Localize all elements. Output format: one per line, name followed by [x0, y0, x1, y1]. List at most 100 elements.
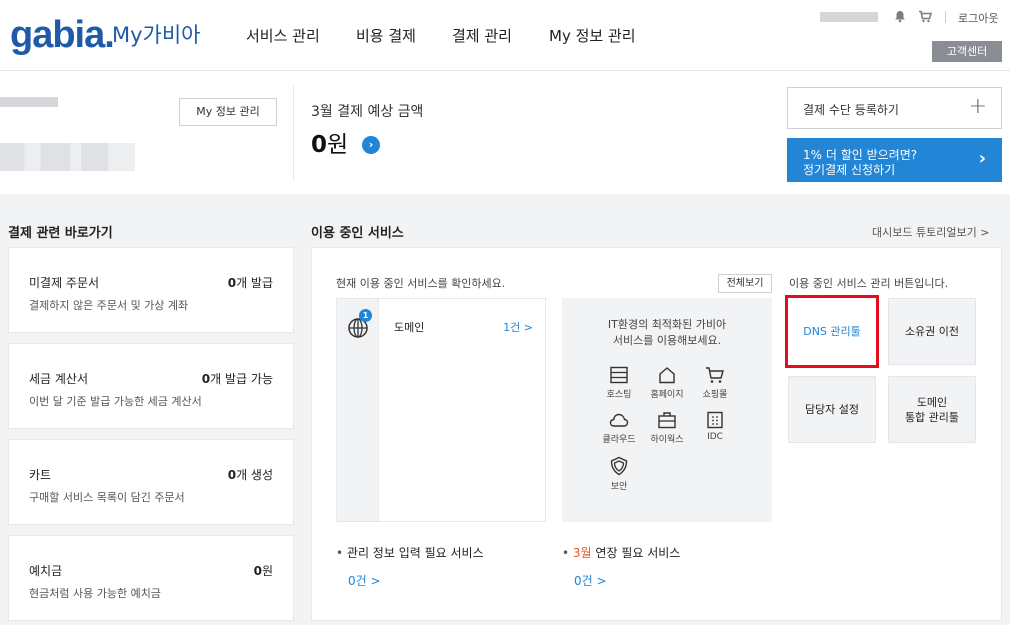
cart-icon — [706, 367, 724, 383]
renewal-needed-services-label: • 3월 연장 필요 서비스 — [562, 544, 680, 561]
card-desc: 구매할 서비스 목록이 담긴 주문서 — [29, 491, 185, 504]
profile-detail-redacted — [0, 143, 135, 171]
chevron-right-icon[interactable]: › — [362, 136, 380, 154]
divider — [293, 86, 294, 181]
card-count-number: 0 — [253, 564, 262, 578]
button-line-2: 통합 관리툴 — [904, 410, 960, 424]
promo-item-label: 호스팅 — [606, 390, 632, 400]
button-line-1: 도메인 — [916, 395, 948, 409]
promo-text-line-1: IT환경의 최적화된 가비아 — [607, 318, 727, 331]
card-desc: 결제하지 않은 주문서 및 가상 계좌 — [29, 299, 189, 312]
util-divider — [945, 11, 946, 23]
card-count-number: 0 — [227, 468, 237, 482]
datacenter-icon — [707, 411, 723, 429]
promo-item-shopping[interactable]: 쇼핑몰 — [692, 366, 738, 400]
card-title: 미결제 주문서 — [29, 276, 100, 290]
briefcase-icon — [658, 412, 676, 429]
header: gabia. My가비아 서비스 관리 비용 결제 결제 관리 My 정보 관리… — [0, 0, 1010, 70]
bullet: • — [562, 546, 570, 560]
bell-icon[interactable] — [893, 10, 907, 24]
summary-band: My 정보 관리 3월 결제 예상 금액 0원 › 결제 수단 등록하기 + 1… — [0, 70, 1010, 194]
needs-info-services-label: • 관리 정보 입력 필요 서비스 — [336, 544, 484, 561]
gabia-logo[interactable]: gabia. — [10, 16, 115, 54]
nav-my-info-management[interactable]: My 정보 관리 — [549, 26, 636, 46]
card-count: 0원 — [254, 562, 273, 579]
card-count-number: 0 — [201, 372, 211, 386]
card-title: 예치금 — [29, 564, 63, 578]
card-count-number: 0 — [227, 276, 237, 290]
service-icon-column: 1 — [337, 299, 379, 521]
nav-payment-management[interactable]: 결제 관리 — [452, 26, 512, 46]
my-gabia-title[interactable]: My가비아 — [112, 22, 201, 48]
bullet: • — [336, 546, 344, 560]
service-promo-box: IT환경의 최적화된 가비아 서비스를 이용해보세요. 호스팅 홈페이지 쇼핑몰… — [562, 298, 772, 522]
promo-item-label: 하이웍스 — [650, 435, 684, 445]
username-redacted — [820, 12, 878, 22]
promo-item-hiworks[interactable]: 하이웍스 — [644, 411, 690, 445]
contact-settings-button[interactable]: 담당자 설정 — [788, 376, 876, 443]
management-info-text: 이용 중인 서비스 관리 버튼입니다. — [789, 277, 949, 290]
domain-count-link[interactable]: 1건 > — [503, 319, 533, 335]
logout-link[interactable]: 로그아웃 — [958, 10, 998, 26]
cloud-icon — [609, 413, 629, 427]
expected-payment-amount: 0원 — [311, 131, 348, 159]
services-in-use-title: 이용 중인 서비스 — [311, 226, 404, 241]
card-count-suffix: 개 발급 — [236, 276, 273, 290]
amount-value: 0 — [311, 132, 328, 158]
register-payment-method-button[interactable]: 결제 수단 등록하기 + — [787, 87, 1002, 129]
card-title: 카트 — [29, 468, 52, 482]
register-payment-method-label: 결제 수단 등록하기 — [803, 103, 899, 117]
promo-item-cloud[interactable]: 클라우드 — [596, 411, 642, 445]
promo-text: IT환경의 최적화된 가비아 서비스를 이용해보세요. — [562, 317, 772, 349]
regular-payment-promo-button[interactable]: 1% 더 할인 받으려면? 정기결제 신청하기 › — [787, 138, 1002, 182]
promo-item-security[interactable]: 보안 — [596, 456, 642, 492]
server-icon — [610, 366, 628, 384]
promo-line-2: 정기결제 신청하기 — [803, 163, 896, 177]
domain-count-badge: 1 — [359, 309, 372, 322]
service-list: 1 도메인 1건 > — [336, 298, 546, 522]
my-info-button[interactable]: My 정보 관리 — [179, 98, 277, 126]
card-deposit[interactable]: 예치금 0원 현금처럼 사용 가능한 예치금 — [8, 535, 294, 621]
payment-shortcuts-title: 결제 관련 바로가기 — [8, 226, 113, 241]
profile-name-redacted — [0, 97, 58, 107]
renewal-count-link[interactable]: 0건 > — [574, 572, 607, 589]
customer-center-button[interactable]: 고객센터 — [932, 41, 1002, 62]
view-all-button[interactable]: 전체보기 — [718, 274, 772, 293]
needs-info-count-link[interactable]: 0건 > — [348, 572, 381, 589]
dashboard-tutorial-link[interactable]: 대시보드 튜토리얼보기 > — [872, 224, 989, 240]
chevron-right-icon: › — [978, 148, 986, 169]
domain-service-label[interactable]: 도메인 — [394, 319, 424, 335]
amount-unit: 원 — [327, 132, 349, 158]
promo-item-label: 홈페이지 — [650, 390, 684, 400]
promo-item-label: 쇼핑몰 — [702, 390, 728, 400]
promo-item-hosting[interactable]: 호스팅 — [596, 366, 642, 400]
card-cart[interactable]: 카트 0개 생성 구매할 서비스 목록이 담긴 주문서 — [8, 439, 294, 525]
expected-payment-title: 3월 결제 예상 금액 — [311, 104, 424, 120]
card-title: 세금 계산서 — [29, 372, 89, 386]
card-count: 0개 발급 가능 — [202, 370, 273, 387]
nav-service-management[interactable]: 서비스 관리 — [246, 26, 320, 46]
renewal-month: 3월 — [572, 546, 592, 560]
cart-icon[interactable] — [918, 10, 933, 24]
plus-icon: + — [968, 94, 987, 119]
card-desc: 이번 달 기준 발급 가능한 세금 계산서 — [29, 395, 202, 408]
domain-integrated-manager-button[interactable]: 도메인 통합 관리툴 — [888, 376, 976, 443]
dns-manager-button[interactable]: DNS 관리툴 — [785, 295, 879, 368]
card-desc: 현금처럼 사용 가능한 예치금 — [29, 587, 161, 600]
card-unpaid-orders[interactable]: 미결제 주문서 0개 발급 결제하지 않은 주문서 및 가상 계좌 — [8, 247, 294, 333]
services-info-text: 현재 이용 중인 서비스를 확인하세요. — [336, 277, 506, 290]
nav-cost-payment[interactable]: 비용 결제 — [356, 26, 416, 46]
services-panel: 현재 이용 중인 서비스를 확인하세요. 전체보기 1 도메인 1건 > IT환… — [311, 247, 1002, 621]
card-count: 0개 발급 — [228, 274, 273, 291]
home-icon — [659, 367, 675, 384]
card-count-suffix: 원 — [261, 564, 273, 578]
ownership-transfer-button[interactable]: 소유권 이전 — [888, 298, 976, 365]
promo-item-label: 보안 — [610, 482, 628, 492]
shield-icon — [610, 456, 628, 476]
card-count: 0개 생성 — [228, 466, 273, 483]
promo-item-label: IDC — [707, 432, 723, 442]
promo-item-homepage[interactable]: 홈페이지 — [644, 366, 690, 400]
promo-item-idc[interactable]: IDC — [692, 411, 738, 442]
card-tax-invoice[interactable]: 세금 계산서 0개 발급 가능 이번 달 기준 발급 가능한 세금 계산서 — [8, 343, 294, 429]
renewal-needed-text: 연장 필요 서비스 — [595, 546, 681, 560]
